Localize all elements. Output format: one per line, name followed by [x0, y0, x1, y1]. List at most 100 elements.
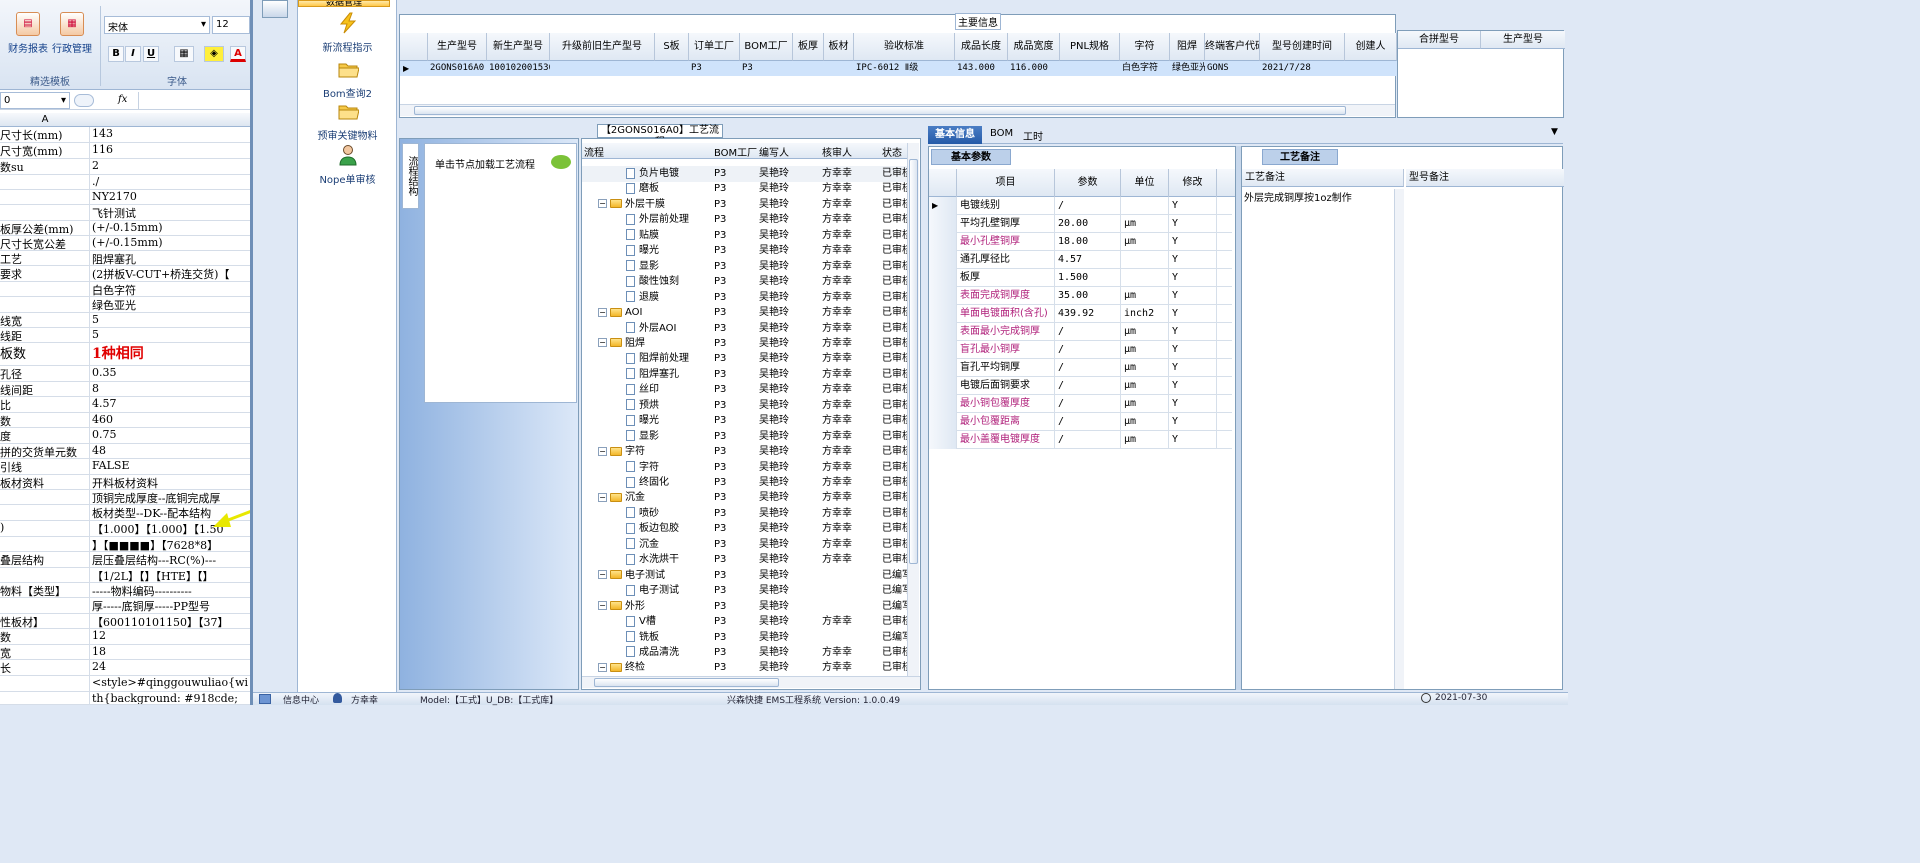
collapse-icon[interactable]: −: [598, 338, 607, 348]
cell-b[interactable]: 0.35: [92, 366, 250, 381]
cell-b[interactable]: NY2170: [92, 190, 250, 204]
tree-folder[interactable]: − 阻焊: [598, 336, 708, 352]
cell-a[interactable]: 宽: [0, 645, 90, 659]
cell-b[interactable]: th{background: #918cde;: [92, 692, 250, 704]
param-item[interactable]: 板厚: [957, 269, 1055, 287]
tree-folder[interactable]: − AOI: [598, 305, 708, 321]
process-tab[interactable]: 【2GONS016A0】工艺流程: [597, 124, 723, 148]
collapse-icon[interactable]: −: [598, 570, 607, 580]
param-modify[interactable]: Y: [1169, 377, 1217, 395]
main-col-header[interactable]: 板厚: [793, 33, 824, 61]
tree-row[interactable]: 丝印P3吴艳玲方幸幸已审核: [582, 382, 907, 398]
col-unit[interactable]: 单位: [1121, 169, 1169, 197]
tree-row[interactable]: 外层前处理P3吴艳玲方幸幸已审核: [582, 212, 907, 228]
remark-text[interactable]: 外层完成铜厚按1oz制作: [1244, 189, 1352, 204]
model-remark-input[interactable]: [1406, 189, 1562, 689]
param-modify[interactable]: Y: [1169, 341, 1217, 359]
cell-b[interactable]: 绿色亚光: [92, 297, 250, 312]
collapse-icon[interactable]: −: [598, 662, 607, 672]
cell-b[interactable]: (+/-0.15mm): [92, 236, 250, 250]
param-value[interactable]: 35.00: [1055, 287, 1121, 305]
tree-row[interactable]: 退膜P3吴艳玲方幸幸已审核: [582, 290, 907, 306]
tree-row[interactable]: 终固化P3吴艳玲方幸幸已审核: [582, 475, 907, 491]
cell-a[interactable]: 尺寸长宽公差: [0, 236, 90, 250]
tree-row[interactable]: 负片电镀P3吴艳玲方幸幸已审核: [582, 166, 907, 182]
cell-b[interactable]: 飞针测试: [92, 205, 250, 220]
tree-row[interactable]: 显影P3吴艳玲方幸幸已审核: [582, 429, 907, 445]
cell-b[interactable]: 【600110101150】【37】: [92, 614, 250, 628]
main-col-header[interactable]: 阻焊: [1170, 33, 1205, 61]
param-modify[interactable]: Y: [1169, 395, 1217, 413]
tree-row[interactable]: 预烘P3吴艳玲方幸幸已审核: [582, 398, 907, 414]
main-cell[interactable]: 2021/7/28: [1260, 61, 1345, 76]
formula-input[interactable]: [138, 92, 250, 109]
main-col-header[interactable]: 字符: [1120, 33, 1170, 61]
param-value[interactable]: /: [1055, 341, 1121, 359]
production-col-header[interactable]: 生产型号: [1481, 31, 1565, 49]
collapse-icon[interactable]: −: [598, 307, 607, 317]
tree-folder[interactable]: − 外形: [598, 599, 708, 615]
data-management-tab[interactable]: 数据管理: [298, 0, 390, 7]
nope-review-button[interactable]: Nope单审核: [298, 144, 397, 186]
cell-a[interactable]: [0, 282, 90, 296]
cell-b[interactable]: 8: [92, 382, 250, 396]
col-item[interactable]: 项目: [957, 169, 1055, 197]
cell-b[interactable]: 【1/2L】【】【HTE】【】: [92, 568, 250, 582]
param-modify[interactable]: Y: [1169, 359, 1217, 377]
main-cell[interactable]: 143.000: [955, 61, 1008, 76]
cell-a[interactable]: [0, 205, 90, 220]
cell-b[interactable]: (2拼板V-CUT+桥连交货)【: [92, 266, 250, 281]
main-col-header[interactable]: 升级前旧生产型号: [550, 33, 655, 61]
tree-row[interactable]: 铣板P3吴艳玲已编写: [582, 630, 907, 646]
tree-folder[interactable]: − 沉金: [598, 490, 708, 506]
param-modify[interactable]: Y: [1169, 233, 1217, 251]
param-unit[interactable]: μm: [1121, 395, 1169, 413]
font-name-select[interactable]: 宋体 ▾: [104, 16, 210, 34]
main-col-header[interactable]: 新生产型号: [487, 33, 550, 61]
cell-a[interactable]: [0, 190, 90, 204]
param-value[interactable]: /: [1055, 377, 1121, 395]
main-cell[interactable]: [793, 61, 824, 76]
border-icon[interactable]: ▦: [174, 46, 194, 62]
cell-a[interactable]: 数: [0, 413, 90, 427]
tree-row[interactable]: V槽P3吴艳玲方幸幸已审核: [582, 614, 907, 630]
param-modify[interactable]: Y: [1169, 305, 1217, 323]
param-row[interactable]: 最小铜包覆厚度 / μm Y: [929, 395, 1232, 413]
cell-b[interactable]: <style>#qinggouwuliao{wi: [92, 676, 250, 691]
param-unit[interactable]: [1121, 251, 1169, 269]
tab-bom[interactable]: BOM: [990, 128, 1013, 139]
cell-b[interactable]: 116: [92, 143, 250, 158]
cell-a[interactable]: [0, 297, 90, 312]
param-item[interactable]: 平均孔壁铜厚: [957, 215, 1055, 233]
main-col-header[interactable]: S板: [655, 33, 689, 61]
col-flow[interactable]: 流程: [584, 144, 604, 159]
cell-a[interactable]: 度: [0, 428, 90, 443]
tab-worktime[interactable]: 工时: [1023, 128, 1043, 143]
param-modify[interactable]: Y: [1169, 251, 1217, 269]
param-unit[interactable]: [1121, 269, 1169, 287]
cell-a[interactable]: [0, 490, 90, 504]
param-row[interactable]: 最小孔壁铜厚 18.00 μm Y: [929, 233, 1232, 251]
cell-b[interactable]: 白色字符: [92, 282, 250, 296]
pre-review-button[interactable]: 预审关键物料: [298, 100, 397, 142]
info-center-label[interactable]: 信息中心: [283, 693, 319, 706]
main-cell[interactable]: 绿色亚光: [1170, 61, 1205, 76]
tree-row[interactable]: 外层AOIP3吴艳玲方幸幸已审核: [582, 321, 907, 337]
col-checker[interactable]: 核审人: [822, 144, 852, 159]
cell-a[interactable]: [0, 175, 90, 189]
cell-b[interactable]: (+/-0.15mm): [92, 221, 250, 235]
param-value[interactable]: /: [1055, 197, 1121, 215]
new-flow-button[interactable]: 新流程指示: [298, 12, 397, 54]
fx-icon[interactable]: fx: [118, 94, 127, 105]
tree-row[interactable]: 曝光P3吴艳玲方幸幸已审核: [582, 243, 907, 259]
param-row[interactable]: 表面完成铜厚度 35.00 μm Y: [929, 287, 1232, 305]
cell-a[interactable]: 板数: [0, 343, 90, 365]
tree-row[interactable]: 电子测试P3吴艳玲已编写: [582, 583, 907, 599]
param-modify[interactable]: Y: [1169, 323, 1217, 341]
cell-b[interactable]: 4.57: [92, 397, 250, 412]
tree-row[interactable]: 板边包胶P3吴艳玲方幸幸已审核: [582, 521, 907, 537]
bom-query-button[interactable]: Bom查询2: [298, 58, 397, 100]
param-unit[interactable]: μm: [1121, 341, 1169, 359]
tree-row[interactable]: −电子测试P3吴艳玲已编写: [582, 568, 907, 584]
cell-a[interactable]: [0, 598, 90, 613]
